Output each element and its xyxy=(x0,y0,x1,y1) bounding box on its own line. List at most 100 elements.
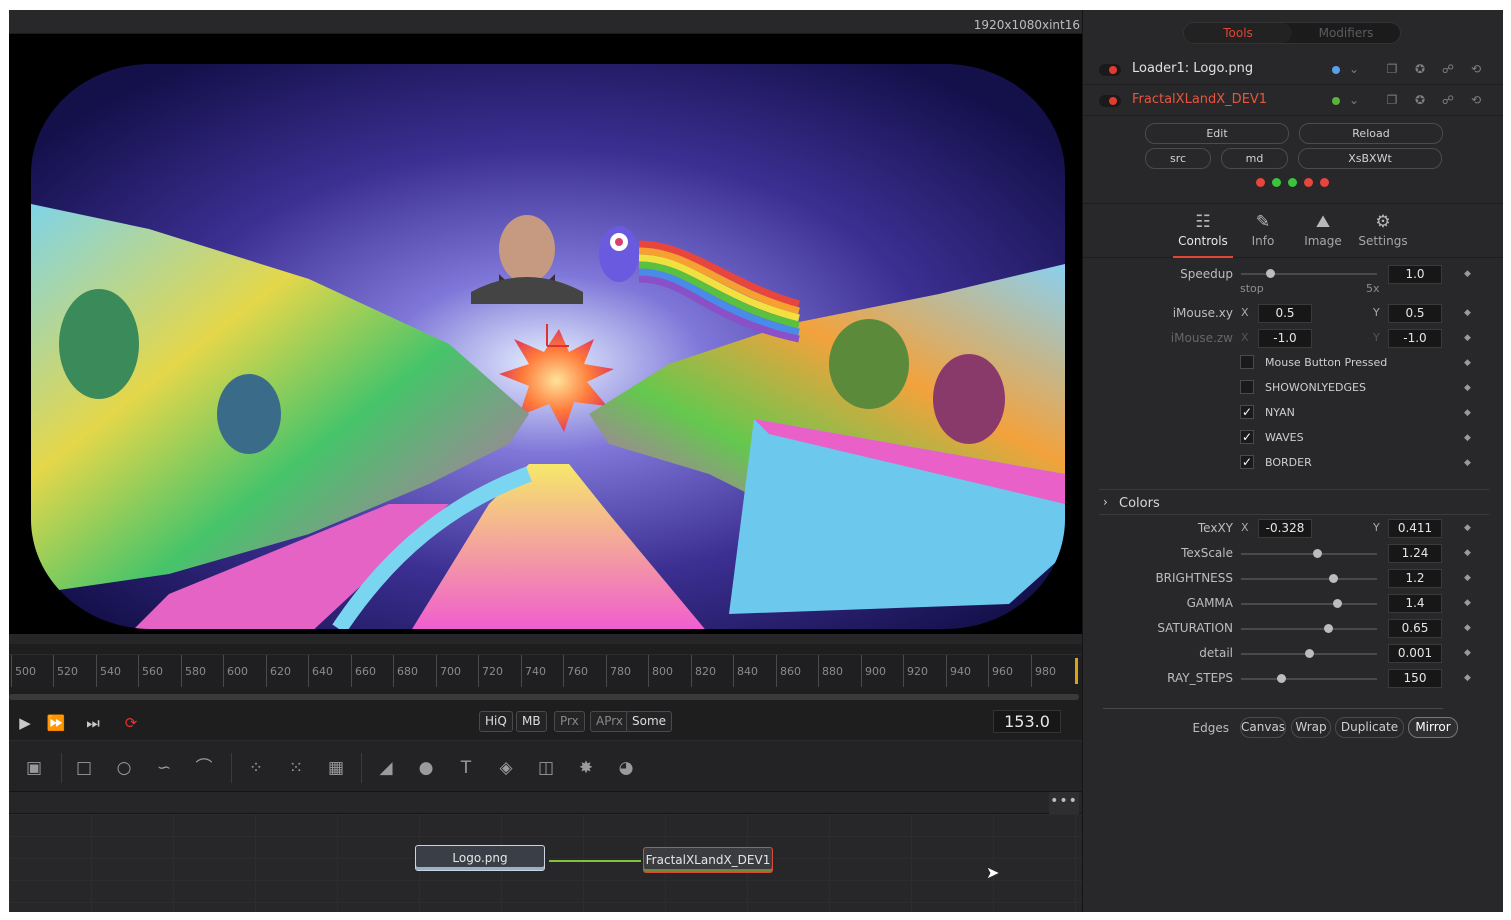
prx-button[interactable]: Prx xyxy=(554,711,585,732)
ellipse-mask-icon[interactable]: ○ xyxy=(111,755,137,781)
background-tool-icon[interactable]: ▣ xyxy=(21,755,47,781)
shape3d-icon[interactable]: ● xyxy=(413,755,439,781)
tab-tools[interactable]: Tools xyxy=(1184,23,1292,43)
node-editor[interactable] xyxy=(9,814,1082,912)
brightness-value[interactable]: 1.2 xyxy=(1388,569,1442,588)
texxy-y-value[interactable]: 0.411 xyxy=(1388,519,1442,538)
more-options-icon[interactable]: ••• xyxy=(1049,792,1079,814)
edges-wrap-button[interactable]: Wrap xyxy=(1291,717,1331,738)
showonlyedges-checkbox[interactable] xyxy=(1240,380,1254,394)
slider-knob[interactable] xyxy=(1333,599,1343,608)
pin-icon[interactable]: ✪ xyxy=(1411,91,1429,109)
keyframe-icon[interactable]: ◆ xyxy=(1464,598,1471,608)
keyframe-icon[interactable]: ◆ xyxy=(1464,269,1471,279)
viewer-canvas[interactable] xyxy=(9,34,1082,634)
slider-knob[interactable] xyxy=(1304,649,1314,658)
play-icon[interactable]: ▶ xyxy=(14,712,36,734)
imouse-x-value[interactable]: 0.5 xyxy=(1258,304,1312,323)
bspline-mask-icon[interactable]: ⌒ xyxy=(191,755,217,781)
brightness-slider[interactable] xyxy=(1241,574,1377,583)
rectangle-mask-icon[interactable]: □ xyxy=(71,755,97,781)
mb-button[interactable]: MB xyxy=(516,711,547,732)
pin-icon[interactable]: ✪ xyxy=(1411,60,1429,78)
waves-checkbox[interactable]: ✓ xyxy=(1240,430,1254,444)
color-dot[interactable] xyxy=(1332,97,1340,105)
slider-knob[interactable] xyxy=(1266,269,1276,278)
tool-row-fractal[interactable]: FractalXLandX_DEV1 ⌄ ❐ ✪ ☍ ⟲ xyxy=(1083,86,1503,116)
aprx-button[interactable]: APrx xyxy=(590,711,629,732)
versions-icon[interactable]: ❐ xyxy=(1383,91,1401,109)
keyframe-icon[interactable]: ◆ xyxy=(1464,523,1471,533)
slider-knob[interactable] xyxy=(1323,624,1333,633)
keyframe-icon[interactable]: ◆ xyxy=(1464,573,1471,583)
light-icon[interactable]: ✸ xyxy=(573,755,599,781)
tab-image[interactable]: ⛰ Image xyxy=(1293,210,1353,258)
ray-steps-slider[interactable] xyxy=(1241,674,1377,683)
polygon-mask-icon[interactable]: ∽ xyxy=(151,755,177,781)
lock-icon[interactable]: ☍ xyxy=(1439,91,1457,109)
particle-style-icon[interactable]: ▦ xyxy=(323,755,349,781)
chevron-down-icon[interactable]: ⌄ xyxy=(1345,91,1363,109)
texscale-value[interactable]: 1.24 xyxy=(1388,544,1442,563)
loader-node[interactable]: Logo.png xyxy=(415,845,545,871)
playhead[interactable] xyxy=(1075,658,1078,684)
detail-value[interactable]: 0.001 xyxy=(1388,644,1442,663)
reset-icon[interactable]: ⟲ xyxy=(1467,91,1485,109)
gamma-value[interactable]: 1.4 xyxy=(1388,594,1442,613)
color-dot[interactable] xyxy=(1332,66,1340,74)
tab-modifiers[interactable]: Modifiers xyxy=(1292,23,1400,43)
power-toggle[interactable] xyxy=(1099,64,1121,76)
tab-info[interactable]: ✎ Info xyxy=(1233,210,1293,258)
reset-icon[interactable]: ⟲ xyxy=(1467,60,1485,78)
keyframe-icon[interactable]: ◆ xyxy=(1464,458,1471,468)
edges-mirror-button[interactable]: Mirror xyxy=(1408,717,1458,738)
reload-button[interactable]: Reload xyxy=(1299,123,1443,144)
tab-controls[interactable]: ☷ Controls xyxy=(1173,210,1233,258)
mouse-button-pressed-checkbox[interactable] xyxy=(1240,355,1254,369)
texscale-slider[interactable] xyxy=(1241,549,1377,558)
some-button[interactable]: Some xyxy=(626,711,673,732)
saturation-value[interactable]: 0.65 xyxy=(1388,619,1442,638)
fractal-node[interactable]: FractalXLandX_DEV1 xyxy=(643,847,773,873)
speedup-slider[interactable] xyxy=(1241,269,1377,278)
detail-slider[interactable] xyxy=(1241,649,1377,658)
nyan-checkbox[interactable]: ✓ xyxy=(1240,405,1254,419)
imouse-y-value[interactable]: 0.5 xyxy=(1388,304,1442,323)
colors-section-header[interactable]: › Colors xyxy=(1099,489,1489,515)
chevron-down-icon[interactable]: ⌄ xyxy=(1345,60,1363,78)
texxy-x-value[interactable]: -0.328 xyxy=(1258,519,1312,538)
slider-knob[interactable] xyxy=(1277,674,1287,683)
renderer3d-icon[interactable]: ◕ xyxy=(613,755,639,781)
keyframe-icon[interactable]: ◆ xyxy=(1464,408,1471,418)
time-ruler[interactable]: 500 520 540 560 580 600 620 640 660 680 … xyxy=(9,654,1082,688)
merge3d-icon[interactable]: ◈ xyxy=(493,755,519,781)
slider-knob[interactable] xyxy=(1328,574,1338,583)
keyframe-icon[interactable]: ◆ xyxy=(1464,673,1471,683)
speedup-value[interactable]: 1.0 xyxy=(1388,265,1442,284)
lock-icon[interactable]: ☍ xyxy=(1439,60,1457,78)
keyframe-icon[interactable]: ◆ xyxy=(1464,358,1471,368)
src-button[interactable]: src xyxy=(1145,148,1211,169)
imouse-w-value[interactable]: -1.0 xyxy=(1388,329,1442,348)
particle-emitter-icon[interactable]: ⁘ xyxy=(243,755,269,781)
edit-button[interactable]: Edit xyxy=(1145,123,1289,144)
loop-icon[interactable]: ⟳ xyxy=(120,712,142,734)
slider-knob[interactable] xyxy=(1312,549,1322,558)
timeline-scrollbar[interactable] xyxy=(9,694,1079,700)
particle-render-icon[interactable]: ⁙ xyxy=(283,755,309,781)
xsbxwt-button[interactable]: XsBXWt xyxy=(1298,148,1442,169)
keyframe-icon[interactable]: ◆ xyxy=(1464,308,1471,318)
skip-end-icon[interactable]: ⏭ xyxy=(82,712,104,734)
edges-duplicate-button[interactable]: Duplicate xyxy=(1335,717,1404,738)
saturation-slider[interactable] xyxy=(1241,624,1377,633)
current-frame-field[interactable]: 153.0 xyxy=(993,710,1061,733)
ray-steps-value[interactable]: 150 xyxy=(1388,669,1442,688)
edges-canvas-button[interactable]: Canvas xyxy=(1240,717,1286,738)
camera3d-icon[interactable]: ◫ xyxy=(533,755,559,781)
text3d-icon[interactable]: T xyxy=(453,755,479,781)
fast-forward-icon[interactable]: ⏩ xyxy=(45,712,67,734)
power-toggle[interactable] xyxy=(1099,95,1121,107)
keyframe-icon[interactable]: ◆ xyxy=(1464,648,1471,658)
md-button[interactable]: md xyxy=(1221,148,1288,169)
tab-settings[interactable]: ⚙ Settings xyxy=(1353,210,1413,258)
